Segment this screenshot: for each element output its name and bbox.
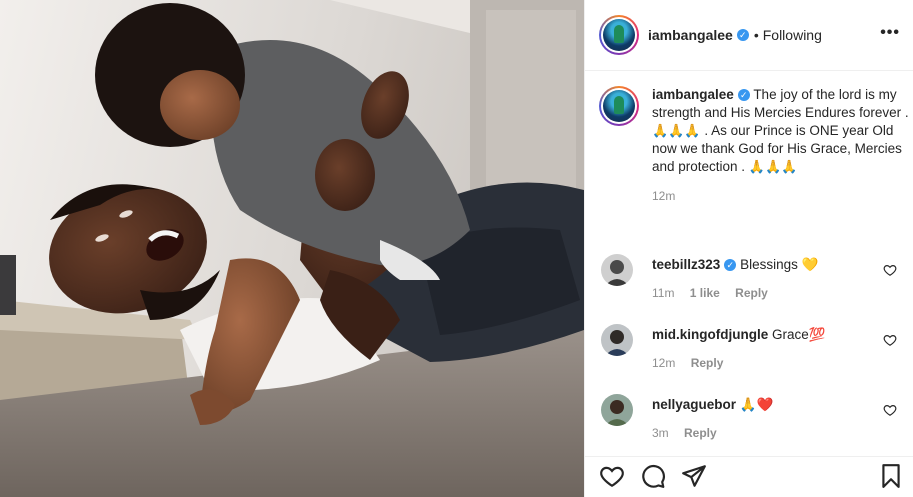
comment-item: mid.kingofdjungle Grace💯 12m Reply	[599, 324, 909, 370]
post-photo[interactable]	[0, 0, 584, 497]
author-username[interactable]: iambangalee	[648, 27, 733, 43]
comment-content: Grace	[772, 327, 809, 342]
caption-timestamp[interactable]: 12m	[652, 189, 675, 203]
author-avatar-image	[603, 19, 635, 51]
comment-timestamp[interactable]: 12m	[652, 356, 675, 370]
comment-text: teebillz323 ✓ Blessings 💛	[652, 254, 909, 274]
comment-meta: 11m 1 like Reply	[652, 286, 909, 300]
post-caption: iambangalee ✓ The joy of the lord is my s…	[599, 86, 909, 203]
more-options-icon[interactable]: •••	[880, 24, 900, 42]
comment-text: mid.kingofdjungle Grace💯	[652, 324, 909, 344]
verified-badge-icon: ✓	[737, 89, 750, 101]
comment-icon[interactable]	[640, 463, 666, 489]
caption-avatar[interactable]	[599, 86, 639, 126]
comment-text: nellyaguebor 🙏❤️	[652, 394, 909, 414]
author-avatar[interactable]	[599, 15, 639, 55]
comment-meta: 3m Reply	[652, 426, 909, 440]
commenter-username[interactable]: nellyaguebor	[652, 397, 736, 412]
post-side-panel: iambangalee ✓ • Following ••• iambangale…	[584, 0, 913, 497]
verified-badge-icon: ✓	[724, 259, 737, 271]
following-button[interactable]: Following	[763, 27, 822, 43]
comment-timestamp[interactable]: 11m	[652, 286, 674, 300]
commenter-avatar[interactable]	[601, 324, 633, 356]
share-icon[interactable]	[681, 463, 707, 489]
comment-like-heart-icon[interactable]	[883, 403, 897, 417]
comment-meta: 12m Reply	[652, 356, 909, 370]
comment-likes[interactable]: 1 like	[690, 286, 720, 300]
praying-hands-emoji: 🙏🙏🙏	[652, 123, 701, 138]
praying-hands-emoji: 🙏🙏🙏	[748, 159, 798, 174]
comment-like-heart-icon[interactable]	[883, 263, 897, 277]
verified-badge-icon: ✓	[736, 29, 749, 41]
reply-button[interactable]: Reply	[684, 426, 717, 440]
post-action-bar	[585, 456, 913, 497]
commenter-username[interactable]: teebillz323	[652, 257, 720, 272]
pray-heart-emoji: 🙏❤️	[739, 397, 774, 412]
comment-content: Blessings	[740, 257, 798, 272]
reply-button[interactable]: Reply	[735, 286, 768, 300]
commenter-avatar[interactable]	[601, 394, 633, 426]
comment-item: nellyaguebor 🙏❤️ 3m Reply	[599, 394, 909, 440]
heart-icon[interactable]	[599, 463, 625, 489]
comment-like-heart-icon[interactable]	[883, 333, 897, 347]
reply-button[interactable]: Reply	[691, 356, 724, 370]
caption-avatar-image	[603, 90, 635, 122]
hundred-points-emoji: 💯	[808, 327, 826, 342]
bookmark-icon[interactable]	[878, 463, 904, 489]
comment-timestamp[interactable]: 3m	[652, 426, 669, 440]
caption-text: iambangalee ✓ The joy of the lord is my s…	[652, 86, 909, 176]
comments-list[interactable]: iambangalee ✓ The joy of the lord is my s…	[585, 71, 913, 456]
caption-username[interactable]: iambangalee	[652, 87, 734, 102]
yellow-heart-emoji: 💛	[801, 257, 819, 272]
comment-item: teebillz323 ✓ Blessings 💛 11m 1 like Repl…	[599, 254, 909, 300]
commenter-avatar[interactable]	[601, 254, 633, 286]
post-header: iambangalee ✓ • Following •••	[585, 0, 913, 71]
caption-meta: 12m	[652, 189, 909, 203]
photo-illustration	[0, 0, 584, 497]
header-separator: •	[753, 27, 759, 43]
commenter-username[interactable]: mid.kingofdjungle	[652, 327, 768, 342]
